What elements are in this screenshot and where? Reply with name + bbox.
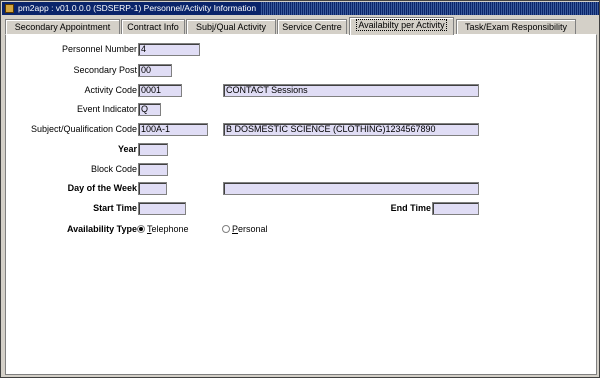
subject-qualification-description-field[interactable]: B DOSMESTIC SCIENCE (CLOTHING)1234567890	[223, 123, 479, 136]
tab-subj-qual-activity[interactable]: Subj/Qual Activity	[186, 19, 276, 35]
block-code-label: Block Code	[90, 164, 137, 174]
subject-qualification-code-field[interactable]: 100A-1	[138, 123, 208, 136]
app-icon	[5, 4, 14, 13]
telephone-radio[interactable]	[137, 225, 145, 233]
secondary-post-label: Secondary Post	[73, 65, 137, 75]
form-panel: Personnel Number 4 Secondary Post 00 Act…	[5, 34, 597, 375]
telephone-radio-label[interactable]: Telephone	[147, 223, 189, 235]
tab-contract-info[interactable]: Contract Info	[121, 19, 185, 35]
personnel-number-label: Personnel Number	[61, 44, 137, 54]
secondary-post-field[interactable]: 00	[138, 64, 172, 77]
day-of-week-description-field[interactable]	[223, 182, 479, 195]
app-window: pm2app : v01.0.0.0 (SDSERP-1) Personnel/…	[0, 0, 600, 378]
year-label: Year	[117, 144, 137, 154]
personnel-number-field[interactable]: 4	[138, 43, 200, 56]
availability-type-label: Availability Type	[66, 224, 137, 234]
end-time-label: End Time	[390, 203, 431, 213]
subject-qualification-code-label: Subject/Qualification Code	[30, 124, 137, 134]
activity-code-label: Activity Code	[84, 85, 137, 95]
year-field[interactable]	[138, 143, 168, 156]
tab-task-exam-responsibility[interactable]: Task/Exam Responsibility	[456, 19, 576, 35]
start-time-label: Start Time	[93, 203, 137, 213]
window-title: pm2app : v01.0.0.0 (SDSERP-1) Personnel/…	[18, 3, 257, 13]
block-code-field[interactable]	[138, 163, 168, 176]
tab-strip: Secondary Appointment Contract Info Subj…	[5, 17, 597, 35]
event-indicator-field[interactable]: Q	[138, 103, 161, 116]
activity-description-field[interactable]: CONTACT Sessions	[223, 84, 479, 97]
personal-radio[interactable]	[222, 225, 230, 233]
tab-service-centre[interactable]: Service Centre	[277, 19, 347, 35]
end-time-field[interactable]	[432, 202, 479, 215]
day-of-week-field[interactable]	[138, 182, 167, 195]
tab-availability-per-activity[interactable]: Availabilty per Activity	[349, 17, 454, 35]
activity-code-field[interactable]: 0001	[138, 84, 182, 97]
event-indicator-label: Event Indicator	[76, 104, 137, 114]
tab-secondary-appointment[interactable]: Secondary Appointment	[5, 19, 120, 35]
personal-radio-label[interactable]: Personal	[232, 223, 268, 235]
start-time-field[interactable]	[138, 202, 186, 215]
title-label: pm2app : v01.0.0.0 (SDSERP-1) Personnel/…	[2, 2, 261, 15]
day-of-week-label: Day of the Week	[67, 183, 137, 193]
title-bar[interactable]: pm2app : v01.0.0.0 (SDSERP-1) Personnel/…	[2, 2, 599, 15]
